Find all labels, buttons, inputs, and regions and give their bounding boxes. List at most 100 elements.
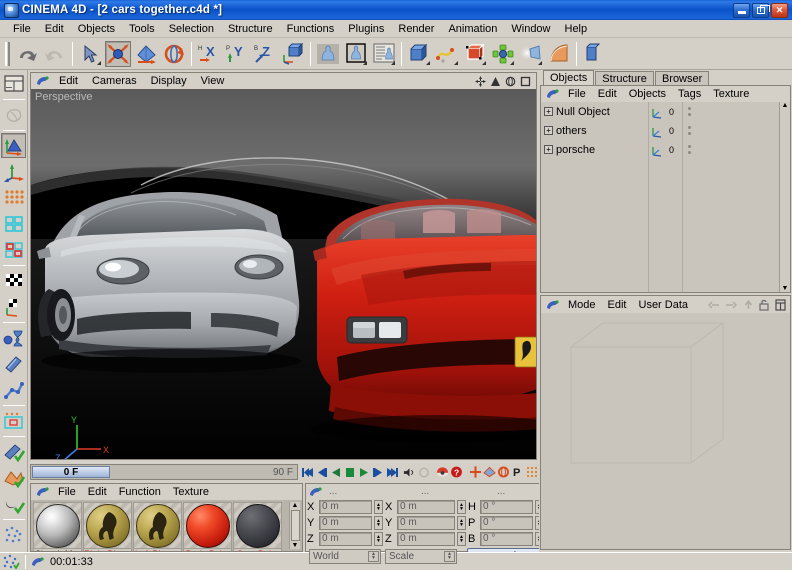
attribute-manager-icon[interactable] <box>545 298 561 312</box>
record-button[interactable] <box>436 465 449 479</box>
size-y-input[interactable]: 0 m <box>397 516 455 530</box>
object-tag-row[interactable]: 0 <box>649 140 682 159</box>
size-z-field[interactable]: Z 0 m ▲ ▼ <box>385 532 466 546</box>
viewport-pan-icon[interactable] <box>475 75 486 87</box>
panel-layout-icon[interactable] <box>775 298 786 311</box>
nav-up-icon[interactable] <box>743 299 754 310</box>
move-tool-icon[interactable] <box>105 40 131 67</box>
visibility-dots[interactable] <box>683 140 779 159</box>
viewport-solo-icon[interactable] <box>1 465 26 490</box>
position-z-spinner[interactable]: ▲ ▼ <box>374 532 383 546</box>
object-menu-texture[interactable]: Texture <box>707 88 755 100</box>
viewport-maximize-icon[interactable] <box>520 76 531 87</box>
material-menu-file[interactable]: File <box>52 486 82 498</box>
scene-particles-icon[interactable] <box>1 522 26 547</box>
expand-icon[interactable]: + <box>544 107 553 116</box>
play-button[interactable] <box>357 465 370 479</box>
quantize-icon[interactable] <box>1 491 26 516</box>
size-z-input[interactable]: 0 m <box>397 532 455 546</box>
coordinate-system-spinner[interactable]: ▲ ▼ <box>368 550 379 562</box>
close-button[interactable]: ✕ <box>771 2 788 18</box>
bend-tool-icon[interactable] <box>1 377 26 402</box>
scroll-down-icon[interactable]: ▼ <box>782 285 789 292</box>
autokey-button[interactable] <box>417 465 430 479</box>
object-tree[interactable]: + Null Object + others + porsche <box>541 102 649 292</box>
size-x-field[interactable]: X 0 m ▲ ▼ <box>385 500 466 514</box>
render-settings-icon[interactable] <box>371 41 397 67</box>
render-visibility-dot[interactable] <box>688 151 691 154</box>
position-y-spinner[interactable]: ▲ ▼ <box>374 516 383 530</box>
layout-tool-icon[interactable] <box>1 71 26 96</box>
viewport-menu-display[interactable]: Display <box>144 75 194 87</box>
current-frame-thumb[interactable]: 0 F <box>32 466 110 478</box>
menu-help[interactable]: Help <box>558 22 595 36</box>
menu-functions[interactable]: Functions <box>280 22 342 36</box>
object-menu-tags[interactable]: Tags <box>672 88 707 100</box>
viewport-rotate-icon[interactable] <box>505 76 516 87</box>
object-menu-objects[interactable]: Objects <box>623 88 672 100</box>
size-z-spinner[interactable]: ▲ ▼ <box>457 532 466 546</box>
object-axis-mode-icon[interactable] <box>1 159 26 184</box>
rotation-p-field[interactable]: P 0 ° ▲▼ <box>468 516 544 530</box>
workplane-tool-icon[interactable] <box>1 408 26 433</box>
material-swatch-area[interactable]: Sketch Mat Right Blazon <box>31 500 302 551</box>
position-z-field[interactable]: Z 0 m ▲ ▼ <box>307 532 383 546</box>
size-y-spinner[interactable]: ▲ ▼ <box>457 516 466 530</box>
object-tree-body[interactable]: + Null Object + others + porsche 0 0 0 ▲… <box>541 102 790 292</box>
minimize-button[interactable] <box>733 2 750 18</box>
enable-axis-modification-icon[interactable] <box>1 439 26 464</box>
scroll-up-icon[interactable]: ▲ <box>782 102 789 109</box>
material-item[interactable]: Right Blazon <box>83 502 132 551</box>
menu-plugins[interactable]: Plugins <box>341 22 391 36</box>
menu-selection[interactable]: Selection <box>162 22 221 36</box>
menu-edit[interactable]: Edit <box>38 22 71 36</box>
knife-tool-icon[interactable] <box>1 351 26 376</box>
object-tag-row[interactable]: 0 <box>649 102 682 121</box>
rotation-h-field[interactable]: H 0 ° ▲▼ <box>468 500 544 514</box>
texture-axis-mode-icon[interactable] <box>1 294 26 319</box>
coordinate-system-select[interactable]: World ▲ ▼ <box>309 548 381 564</box>
object-menu-file[interactable]: File <box>562 88 592 100</box>
size-y-field[interactable]: Y 0 m ▲ ▼ <box>385 516 466 530</box>
menu-file[interactable]: File <box>6 22 38 36</box>
render-visibility-dot[interactable] <box>688 113 691 116</box>
goto-end-button[interactable] <box>385 465 398 479</box>
viewport-menu-edit[interactable]: Edit <box>52 75 85 87</box>
record-position-button[interactable] <box>469 465 482 479</box>
undo-icon[interactable] <box>14 41 40 67</box>
render-view-icon[interactable] <box>315 41 341 67</box>
record-parameter-button[interactable]: P <box>511 465 524 479</box>
material-item[interactable]: Sketch Mat <box>33 502 82 551</box>
make-editable-icon[interactable] <box>1 102 26 127</box>
toolbar-grip[interactable] <box>5 41 10 66</box>
render-region-icon[interactable] <box>343 41 369 67</box>
position-z-input[interactable]: 0 m <box>319 532 372 546</box>
material-item[interactable]: Left Blazon <box>133 502 182 551</box>
position-x-field[interactable]: X 0 m ▲ ▼ <box>307 500 383 514</box>
edges-mode-icon[interactable] <box>1 211 26 236</box>
timeline-track[interactable]: 0 F 90 F <box>30 464 298 480</box>
world-coordinates-icon[interactable] <box>280 41 306 67</box>
deformer-tool-icon[interactable] <box>1 325 26 350</box>
nav-forward-icon[interactable] <box>725 300 738 310</box>
material-item[interactable]: Seat Belts <box>233 502 282 551</box>
polygons-mode-icon[interactable] <box>1 237 26 262</box>
object-node-null-object[interactable]: + Null Object <box>541 102 648 121</box>
record-rotation-button[interactable] <box>497 465 510 479</box>
goto-start-button[interactable] <box>301 465 314 479</box>
position-x-input[interactable]: 0 m <box>319 500 372 514</box>
rotation-p-input[interactable]: 0 ° <box>480 516 533 530</box>
scroll-up-icon[interactable]: ▲ <box>292 502 299 509</box>
texture-mode-icon[interactable] <box>1 268 26 293</box>
menu-objects[interactable]: Objects <box>71 22 122 36</box>
viewport-manager-icon[interactable] <box>35 74 51 88</box>
material-scrollbar[interactable]: ▲ ▼ <box>289 502 300 549</box>
particles-icon[interactable] <box>2 554 20 569</box>
menu-structure[interactable]: Structure <box>221 22 280 36</box>
transform-mode-select[interactable]: Scale ▲ ▼ <box>385 548 457 564</box>
object-visibility-column[interactable] <box>683 102 779 292</box>
render-visibility-dot[interactable] <box>688 132 691 135</box>
tab-objects[interactable]: Objects <box>543 70 595 85</box>
object-node-porsche[interactable]: + porsche <box>541 140 648 159</box>
keyframe-selection-button[interactable] <box>525 465 538 479</box>
